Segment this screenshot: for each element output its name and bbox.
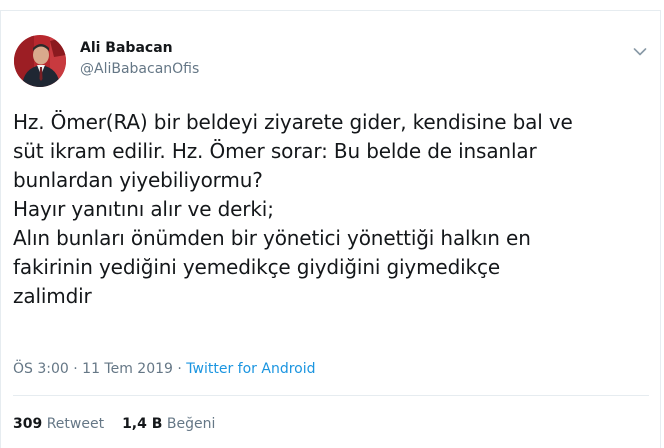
avatar-image — [14, 35, 66, 87]
tweet-text: Hz. Ömer(RA) bir beldeyi ziyarete gider,… — [13, 110, 573, 308]
retweets-stat[interactable]: 309 Retweet — [13, 416, 104, 432]
likes-label: Beğeni — [166, 416, 216, 432]
tweet-date[interactable]: 11 Tem 2019 — [82, 361, 173, 377]
tweet-time[interactable]: ÖS 3:00 — [13, 361, 69, 377]
divider — [13, 395, 649, 396]
likes-stat[interactable]: 1,4 B Beğeni — [122, 416, 215, 432]
tweet-meta: ÖS 3:00 · 11 Tem 2019 · Twitter for Andr… — [13, 360, 316, 378]
meta-separator: · — [172, 361, 187, 377]
author-name[interactable]: Ali Babacan — [80, 39, 173, 57]
retweets-count: 309 — [13, 416, 43, 432]
tweet-card: Ali Babacan @AliBabacanOfis Hz. Ömer(RA)… — [0, 10, 661, 448]
avatar[interactable] — [14, 35, 66, 87]
chevron-down-icon[interactable] — [633, 42, 647, 56]
tweet-stats: 309 Retweet 1,4 B Beğeni — [13, 415, 215, 433]
likes-count: 1,4 B — [122, 416, 163, 432]
meta-separator: · — [68, 361, 83, 377]
tweet-source[interactable]: Twitter for Android — [186, 361, 315, 377]
retweets-label: Retweet — [46, 416, 105, 432]
author-handle[interactable]: @AliBabacanOfis — [80, 60, 199, 78]
